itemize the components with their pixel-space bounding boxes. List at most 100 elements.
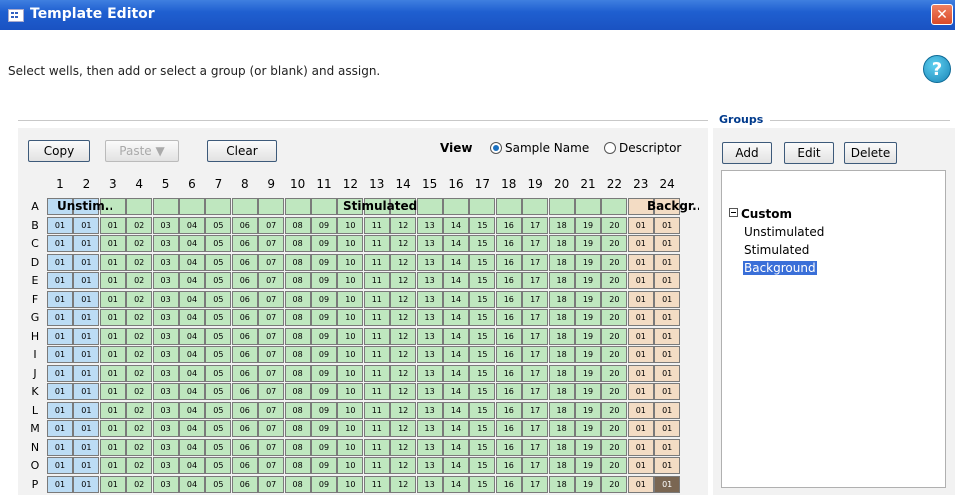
- column-header[interactable]: 2: [73, 177, 99, 191]
- well[interactable]: 16: [495, 475, 522, 493]
- well[interactable]: 01: [654, 253, 681, 271]
- well[interactable]: 11: [363, 272, 390, 289]
- well[interactable]: 05: [205, 272, 232, 289]
- well[interactable]: 16: [495, 401, 522, 419]
- well[interactable]: 14: [443, 401, 469, 419]
- well[interactable]: 01: [627, 327, 654, 345]
- well[interactable]: 12: [390, 346, 417, 363]
- well[interactable]: 05: [205, 383, 232, 400]
- well[interactable]: [548, 198, 575, 215]
- well[interactable]: 10: [337, 327, 364, 345]
- well[interactable]: 02: [126, 475, 153, 493]
- well[interactable]: 09: [311, 253, 337, 271]
- well[interactable]: 01: [627, 235, 654, 252]
- well[interactable]: 01: [47, 216, 73, 234]
- well[interactable]: 07: [258, 457, 285, 474]
- well[interactable]: 15: [469, 364, 496, 382]
- well[interactable]: 01: [73, 401, 100, 419]
- well[interactable]: 01: [99, 383, 126, 400]
- well[interactable]: 01: [654, 438, 681, 456]
- well[interactable]: 18: [548, 346, 575, 363]
- well[interactable]: 14: [443, 327, 469, 345]
- well[interactable]: 14: [443, 364, 469, 382]
- well[interactable]: 06: [231, 438, 258, 456]
- well[interactable]: 06: [231, 401, 258, 419]
- well[interactable]: 20: [601, 235, 628, 252]
- column-header[interactable]: 7: [205, 177, 231, 191]
- well[interactable]: 13: [416, 457, 443, 474]
- well[interactable]: 03: [152, 364, 179, 382]
- well[interactable]: 15: [469, 438, 496, 456]
- well[interactable]: 01: [73, 364, 100, 382]
- tree-item-background[interactable]: Background: [743, 261, 817, 275]
- well[interactable]: 01: [73, 290, 100, 308]
- well[interactable]: 12: [390, 383, 417, 400]
- well[interactable]: 06: [231, 290, 258, 308]
- column-header[interactable]: 6: [179, 177, 205, 191]
- well[interactable]: 04: [179, 327, 205, 345]
- well[interactable]: 10: [337, 457, 364, 474]
- well[interactable]: 01: [73, 272, 100, 289]
- well[interactable]: 17: [522, 272, 549, 289]
- well[interactable]: 13: [416, 383, 443, 400]
- well[interactable]: 14: [443, 383, 469, 400]
- well[interactable]: 07: [258, 290, 285, 308]
- column-header[interactable]: 16: [443, 177, 469, 191]
- well[interactable]: 07: [258, 420, 285, 437]
- well[interactable]: 09: [311, 272, 337, 289]
- well[interactable]: 01: [99, 420, 126, 437]
- well[interactable]: 19: [575, 253, 601, 271]
- well[interactable]: 09: [311, 309, 337, 326]
- well[interactable]: 01: [99, 309, 126, 326]
- well[interactable]: 17: [522, 346, 549, 363]
- well[interactable]: 11: [363, 457, 390, 474]
- well[interactable]: 17: [522, 253, 549, 271]
- well[interactable]: 02: [126, 383, 153, 400]
- well[interactable]: [284, 198, 311, 215]
- well[interactable]: 06: [231, 253, 258, 271]
- well[interactable]: 08: [284, 272, 311, 289]
- column-header[interactable]: 5: [153, 177, 179, 191]
- paste-button[interactable]: Paste ▼: [105, 140, 179, 162]
- well[interactable]: 01: [73, 383, 100, 400]
- well[interactable]: 02: [126, 420, 153, 437]
- well[interactable]: 05: [205, 420, 232, 437]
- well[interactable]: 09: [311, 420, 337, 437]
- well[interactable]: 01: [73, 475, 100, 493]
- well[interactable]: 17: [522, 438, 549, 456]
- well[interactable]: 03: [152, 309, 179, 326]
- well[interactable]: 03: [152, 235, 179, 252]
- well[interactable]: 13: [416, 364, 443, 382]
- well[interactable]: 12: [390, 216, 417, 234]
- sample-name-radio-label[interactable]: Sample Name: [505, 141, 589, 155]
- well[interactable]: 20: [601, 216, 628, 234]
- clear-button[interactable]: Clear: [207, 140, 277, 162]
- well[interactable]: 08: [284, 327, 311, 345]
- well[interactable]: 01: [654, 457, 681, 474]
- well[interactable]: 02: [126, 216, 153, 234]
- well[interactable]: 15: [469, 457, 496, 474]
- well[interactable]: 18: [548, 290, 575, 308]
- well[interactable]: 05: [205, 309, 232, 326]
- well[interactable]: 14: [443, 309, 469, 326]
- well[interactable]: 15: [469, 235, 496, 252]
- well[interactable]: 14: [443, 346, 469, 363]
- well[interactable]: 10: [337, 401, 364, 419]
- well[interactable]: [469, 198, 496, 215]
- well[interactable]: 13: [416, 420, 443, 437]
- well[interactable]: 03: [152, 346, 179, 363]
- well[interactable]: 04: [179, 346, 205, 363]
- well[interactable]: 13: [416, 401, 443, 419]
- well[interactable]: 01: [99, 438, 126, 456]
- well[interactable]: 12: [390, 253, 417, 271]
- well[interactable]: 04: [179, 290, 205, 308]
- well[interactable]: [152, 198, 179, 215]
- well[interactable]: 16: [495, 309, 522, 326]
- well[interactable]: 15: [469, 475, 496, 493]
- well[interactable]: 16: [495, 457, 522, 474]
- well[interactable]: 09: [311, 457, 337, 474]
- well[interactable]: 04: [179, 438, 205, 456]
- well[interactable]: [311, 198, 337, 215]
- well[interactable]: 01: [627, 216, 654, 234]
- well[interactable]: 06: [231, 383, 258, 400]
